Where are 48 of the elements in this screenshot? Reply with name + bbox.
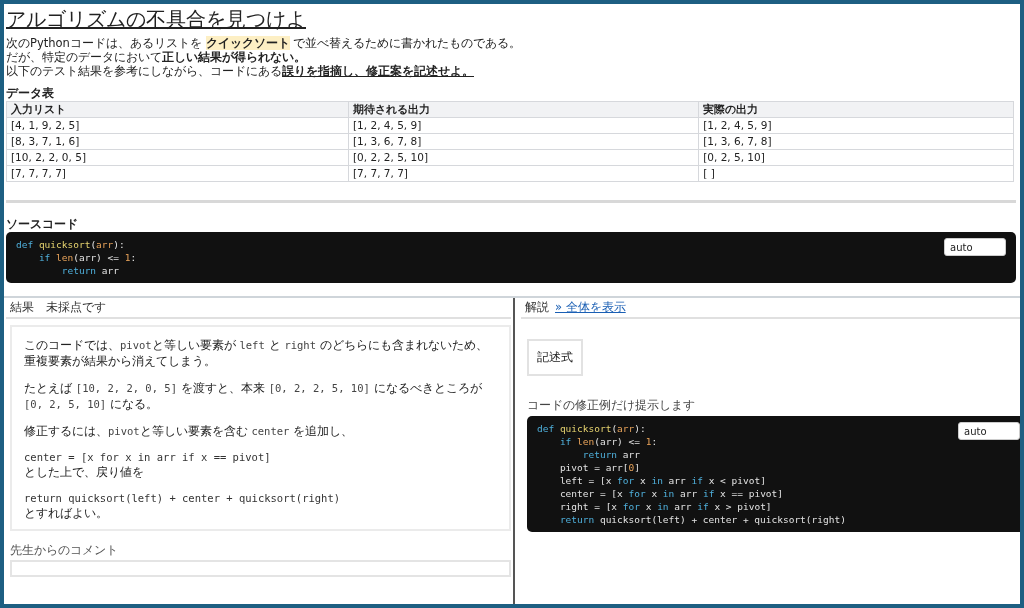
column-header: 期待される出力 <box>348 101 699 118</box>
explanation-text: このコードでは、pivot と等しい要素が left と right のどちらにも含まれないため、重複要素が結果から消えてしまう。 <box>24 337 489 369</box>
show-all-link[interactable]: » 全体を表示 <box>555 300 626 314</box>
code-line: center = [x for x in arr if x == pivot] <box>558 487 784 501</box>
table-cell: [ ] <box>698 165 1014 182</box>
code-line: pivot = arr[0] <box>558 461 641 475</box>
code-snippet: return quicksort(left) + center + quicksort(right) <box>24 491 342 505</box>
comment-label: 先生からのコメント <box>10 542 119 559</box>
code-line: return arr <box>60 264 120 277</box>
table-cell: [1, 3, 6, 7, 8] <box>698 133 1014 150</box>
table-cell: [7, 7, 7, 7] <box>348 165 699 182</box>
result-header: 結果 未採点です <box>6 298 511 319</box>
code-line: def quicksort(arr): <box>16 238 126 251</box>
code-caption: ソースコード <box>6 217 79 231</box>
table-cell: [10, 2, 2, 0, 5] <box>6 149 349 166</box>
code-line: if len(arr) <= 1: <box>558 435 659 449</box>
comment-field[interactable] <box>10 560 511 577</box>
table-caption: データ表 <box>6 86 55 100</box>
code-line: if len(arr) <= 1: <box>37 251 137 264</box>
explanation-text: たとえば [10, 2, 2, 0, 5] を渡すと、本来 [0, 2, 2, 5, 10] になるべきところが [0, 2, 5, 10] になる。 <box>24 380 483 412</box>
table-cell: [1, 3, 6, 7, 8] <box>348 133 699 150</box>
explanation-text: とすればよい。 <box>24 505 109 521</box>
table-cell: [0, 2, 2, 5, 10] <box>348 149 699 166</box>
answer-note: コードの修正例だけ提示します <box>527 397 696 415</box>
table-cell: [0, 2, 5, 10] <box>698 149 1014 166</box>
code-snippet: center = [x for x in arr if x == pivot] <box>24 450 272 464</box>
table-cell: [4, 1, 9, 2, 5] <box>6 117 349 134</box>
explanation-text: 修正するには、pivot と等しい要素を含む center を追加し、 <box>24 423 355 439</box>
column-header: 入力リスト <box>6 101 349 118</box>
language-field[interactable]: auto <box>958 422 1020 441</box>
instruction-text: だが、特定のデータにおいて正しい結果が得られない。 <box>6 50 307 64</box>
language-field[interactable]: auto <box>944 238 1006 256</box>
code-line: return quicksort(left) + center + quicksort(right) <box>558 513 846 527</box>
table-cell: [1, 2, 4, 5, 9] <box>698 117 1014 134</box>
page-title: アルゴリズムの不具合を見つけよ <box>6 6 306 32</box>
instruction-text: 次のPythonコードは、あるリストを クイックソート で並べ替えるために書かれたものである。 <box>6 36 523 50</box>
code-line: def quicksort(arr): <box>537 422 647 436</box>
code-line: return arr <box>581 448 641 462</box>
code-line: right = [x for x in arr if x > pivot] <box>558 500 773 514</box>
table-cell: [7, 7, 7, 7] <box>6 165 349 182</box>
table-cell: [1, 2, 4, 5, 9] <box>348 117 699 134</box>
code-line: left = [x for x in arr if x < pivot] <box>558 474 767 488</box>
instruction-text: 以下のテスト結果を参考にしながら、コードにある誤りを指摘し、修正案を記述せよ。 <box>6 64 475 78</box>
column-header: 実際の出力 <box>698 101 1014 118</box>
table-cell: [8, 3, 7, 1, 6] <box>6 133 349 150</box>
answer-header: 解説 <box>525 300 549 314</box>
answer-type-label: 記述式 <box>527 339 583 377</box>
explanation-text: とした上で、戻り値を <box>24 464 145 480</box>
